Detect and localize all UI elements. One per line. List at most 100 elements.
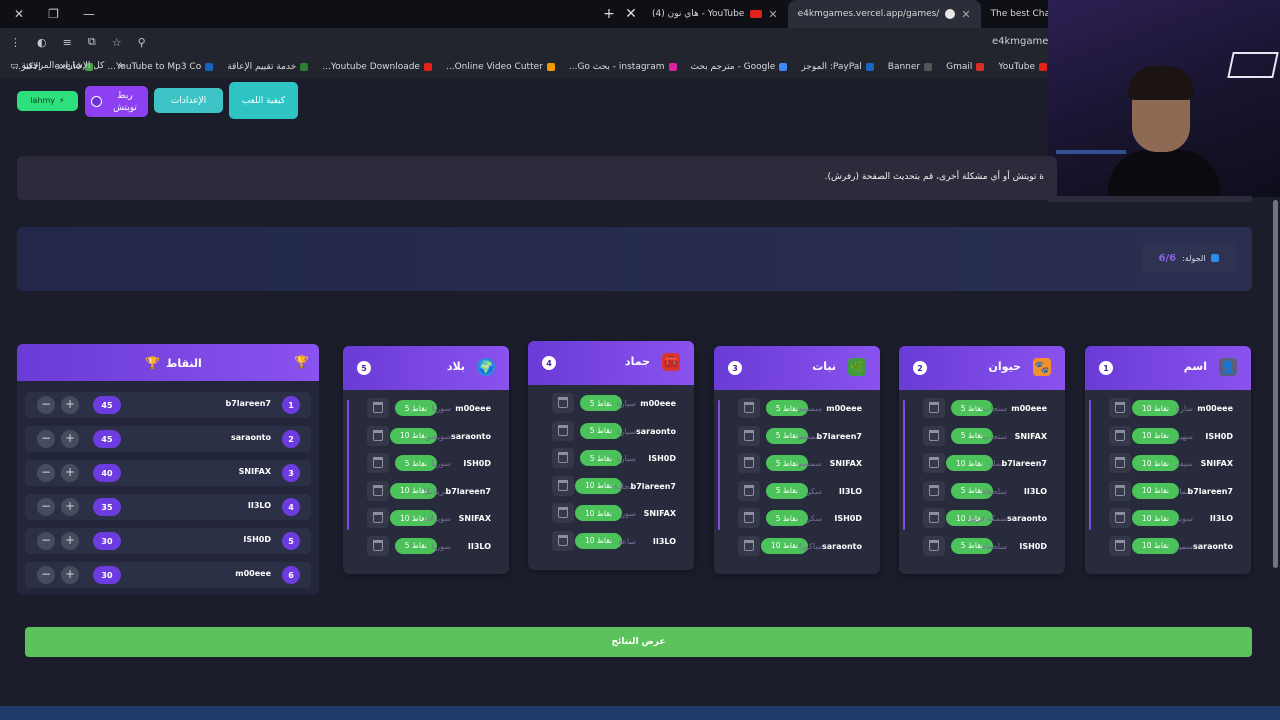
points-toggle-button[interactable]: 10 نقاط [574, 505, 622, 522]
bookmark-youtube-downloader[interactable]: Youtube Downloade... [322, 62, 432, 72]
answer-row: 10 نقاط سريلانكا b7lareen7 [343, 479, 509, 507]
plus-button[interactable]: + [61, 566, 79, 584]
answer-player: m00eee [826, 404, 862, 413]
points-toggle-button[interactable]: 10 نقاط [945, 455, 993, 472]
vpn-icon[interactable]: ◐ [37, 36, 47, 49]
trash-icon [558, 424, 568, 436]
user-badge-button[interactable]: lahmy ⚡ [17, 91, 78, 111]
bookmark-video-cutter[interactable]: Online Video Cutter... [446, 62, 555, 72]
bookmark-instagram[interactable]: instagram - بحث Go... [569, 62, 677, 72]
page-scrollbar[interactable] [1273, 200, 1278, 568]
bookmark-disability[interactable]: خدمة تقييم الإعاقة [227, 62, 309, 72]
card-title: اسم [1183, 360, 1207, 373]
webcam-overlay [1048, 0, 1280, 197]
bookmark-paypal[interactable]: PayPal: الموجز [801, 62, 874, 72]
answer-word: سوريا [431, 541, 451, 551]
settings-button[interactable]: الإعدادات [154, 88, 223, 113]
leaf-icon: 🌿 [848, 358, 866, 376]
tab-e4kmgames[interactable]: e4kmgames.vercel.app/games/ ✕ [787, 0, 981, 28]
answer-word: سلحفاة [981, 486, 1007, 496]
answer-word: سكر [806, 514, 822, 524]
twitch-label: ربط تويتش [113, 90, 137, 113]
trash-icon [744, 457, 754, 469]
close-window-icon[interactable]: ✕ [14, 7, 24, 21]
answer-row: 10 نقاط سجادة b7lareen7 [528, 474, 694, 502]
answers-list-inner: 5 نقاط سيارة m00eee 5 نقاط سيارة saraonto 5 نق… [528, 391, 694, 557]
answers-list-inner: 5 نقاط سمسم m00eee 5 نقاط سمسم b7lareen7 5 نقا… [714, 396, 880, 562]
all-bookmarks[interactable]: كل الإشارات المرجعية ▭ [10, 61, 104, 71]
points-toggle-button[interactable]: 10 نقاط [1131, 537, 1179, 554]
trash-icon [373, 429, 383, 441]
bookmarks-overflow-icon[interactable]: » [118, 59, 125, 72]
tab-youtube[interactable]: (4) هاي نون - YouTube ✕ [642, 0, 788, 28]
led-strip [1056, 150, 1126, 154]
answer-row: 10 نقاط سمير saraonto [1085, 534, 1251, 562]
restore-window-icon[interactable]: ❐ [48, 7, 59, 21]
points-toggle-button[interactable]: 10 نقاط [1131, 400, 1179, 416]
bookmark-translate[interactable]: Google - مترجم بحث [691, 62, 788, 72]
plus-button[interactable]: + [61, 464, 79, 482]
site-icon [945, 9, 956, 19]
points-toggle-button[interactable]: 5 نقاط [765, 482, 808, 499]
points-toggle-button[interactable]: 10 نقاط [1131, 455, 1179, 472]
trash-icon [929, 484, 939, 496]
player-rank: 6 [282, 566, 300, 584]
connect-twitch-button[interactable]: ربط تويتش [85, 86, 148, 117]
show-results-button[interactable]: عرض النتائج [25, 627, 1252, 657]
bookmark-gmail[interactable]: Gmail [946, 62, 985, 72]
new-tab-icon[interactable]: + [598, 6, 620, 22]
streamer-hair [1128, 66, 1194, 100]
minus-button[interactable]: − [37, 566, 55, 584]
player-rank: 5 [282, 532, 300, 550]
plus-button[interactable]: + [61, 430, 79, 448]
bookmark-banner[interactable]: Banner [888, 62, 933, 72]
converter-icon [205, 63, 214, 71]
answer-word: سوير [1175, 514, 1193, 524]
player-score: 30 [93, 566, 121, 584]
player-score: 35 [93, 498, 121, 516]
answer-row: 10 نقاط ساعة II3LO [528, 529, 694, 557]
minus-button[interactable]: − [37, 532, 55, 550]
minus-button[interactable]: − [37, 498, 55, 516]
answer-word: سيارة [616, 454, 636, 464]
card-number: 5 [357, 361, 371, 375]
how-to-play-button[interactable]: كيفية اللعب [229, 82, 298, 119]
card-number: 3 [728, 361, 742, 375]
answer-word: سكر [806, 486, 822, 496]
answers-list-inner: 5 نقاط سنجاب m00eee 5 نقاط سنجاب SNIFAX 10 نقا… [899, 396, 1065, 562]
media-icon[interactable]: ≡ [63, 36, 72, 49]
close-tab-icon[interactable]: ✕ [620, 6, 642, 22]
answer-row: 5 نقاط سمسم SNIFAX [714, 451, 880, 479]
answer-row: 10 نقاط سما b7lareen7 [1085, 479, 1251, 507]
extensions-icon[interactable]: ⧉ [88, 35, 96, 49]
trophy-icon: 🏆 [294, 355, 309, 369]
points-toggle-button[interactable]: 10 نقاط [1131, 482, 1179, 499]
minus-button[interactable]: − [37, 464, 55, 482]
answer-row: 5 نقاط سكر ISH0D [714, 506, 880, 534]
minus-button[interactable]: − [37, 430, 55, 448]
trash-icon [744, 429, 754, 441]
points-toggle-button[interactable]: 10 نقاط [1131, 427, 1179, 444]
menu-icon[interactable]: ⋮ [10, 36, 21, 49]
points-toggle-button[interactable]: 10 نقاط [574, 532, 622, 549]
points-toggle-button[interactable]: 5 نقاط [765, 510, 808, 527]
plus-button[interactable]: + [61, 396, 79, 414]
bookmark-star-icon[interactable]: ☆ [112, 36, 122, 49]
answer-player: II3LO [1023, 486, 1047, 496]
plus-button[interactable]: + [61, 498, 79, 516]
card-number: 1 [1099, 361, 1113, 375]
answer-player: ISH0D [834, 514, 862, 524]
answer-row: 10 نقاط سهير ISH0D [1085, 424, 1251, 452]
minus-button[interactable]: − [37, 396, 55, 414]
points-toggle-button[interactable]: 10 نقاط [1131, 510, 1179, 527]
trash-icon [558, 452, 568, 464]
answer-word: ساعة [617, 536, 636, 546]
search-icon[interactable]: ⚲ [138, 36, 146, 49]
minimize-window-icon[interactable]: — [83, 7, 95, 21]
bookmark-youtube[interactable]: YouTube [998, 62, 1047, 72]
close-icon[interactable]: ✕ [961, 8, 970, 21]
close-icon[interactable]: ✕ [768, 8, 777, 21]
answer-player: m00eee [1011, 404, 1047, 413]
trash-icon [1115, 402, 1125, 413]
plus-button[interactable]: + [61, 532, 79, 550]
